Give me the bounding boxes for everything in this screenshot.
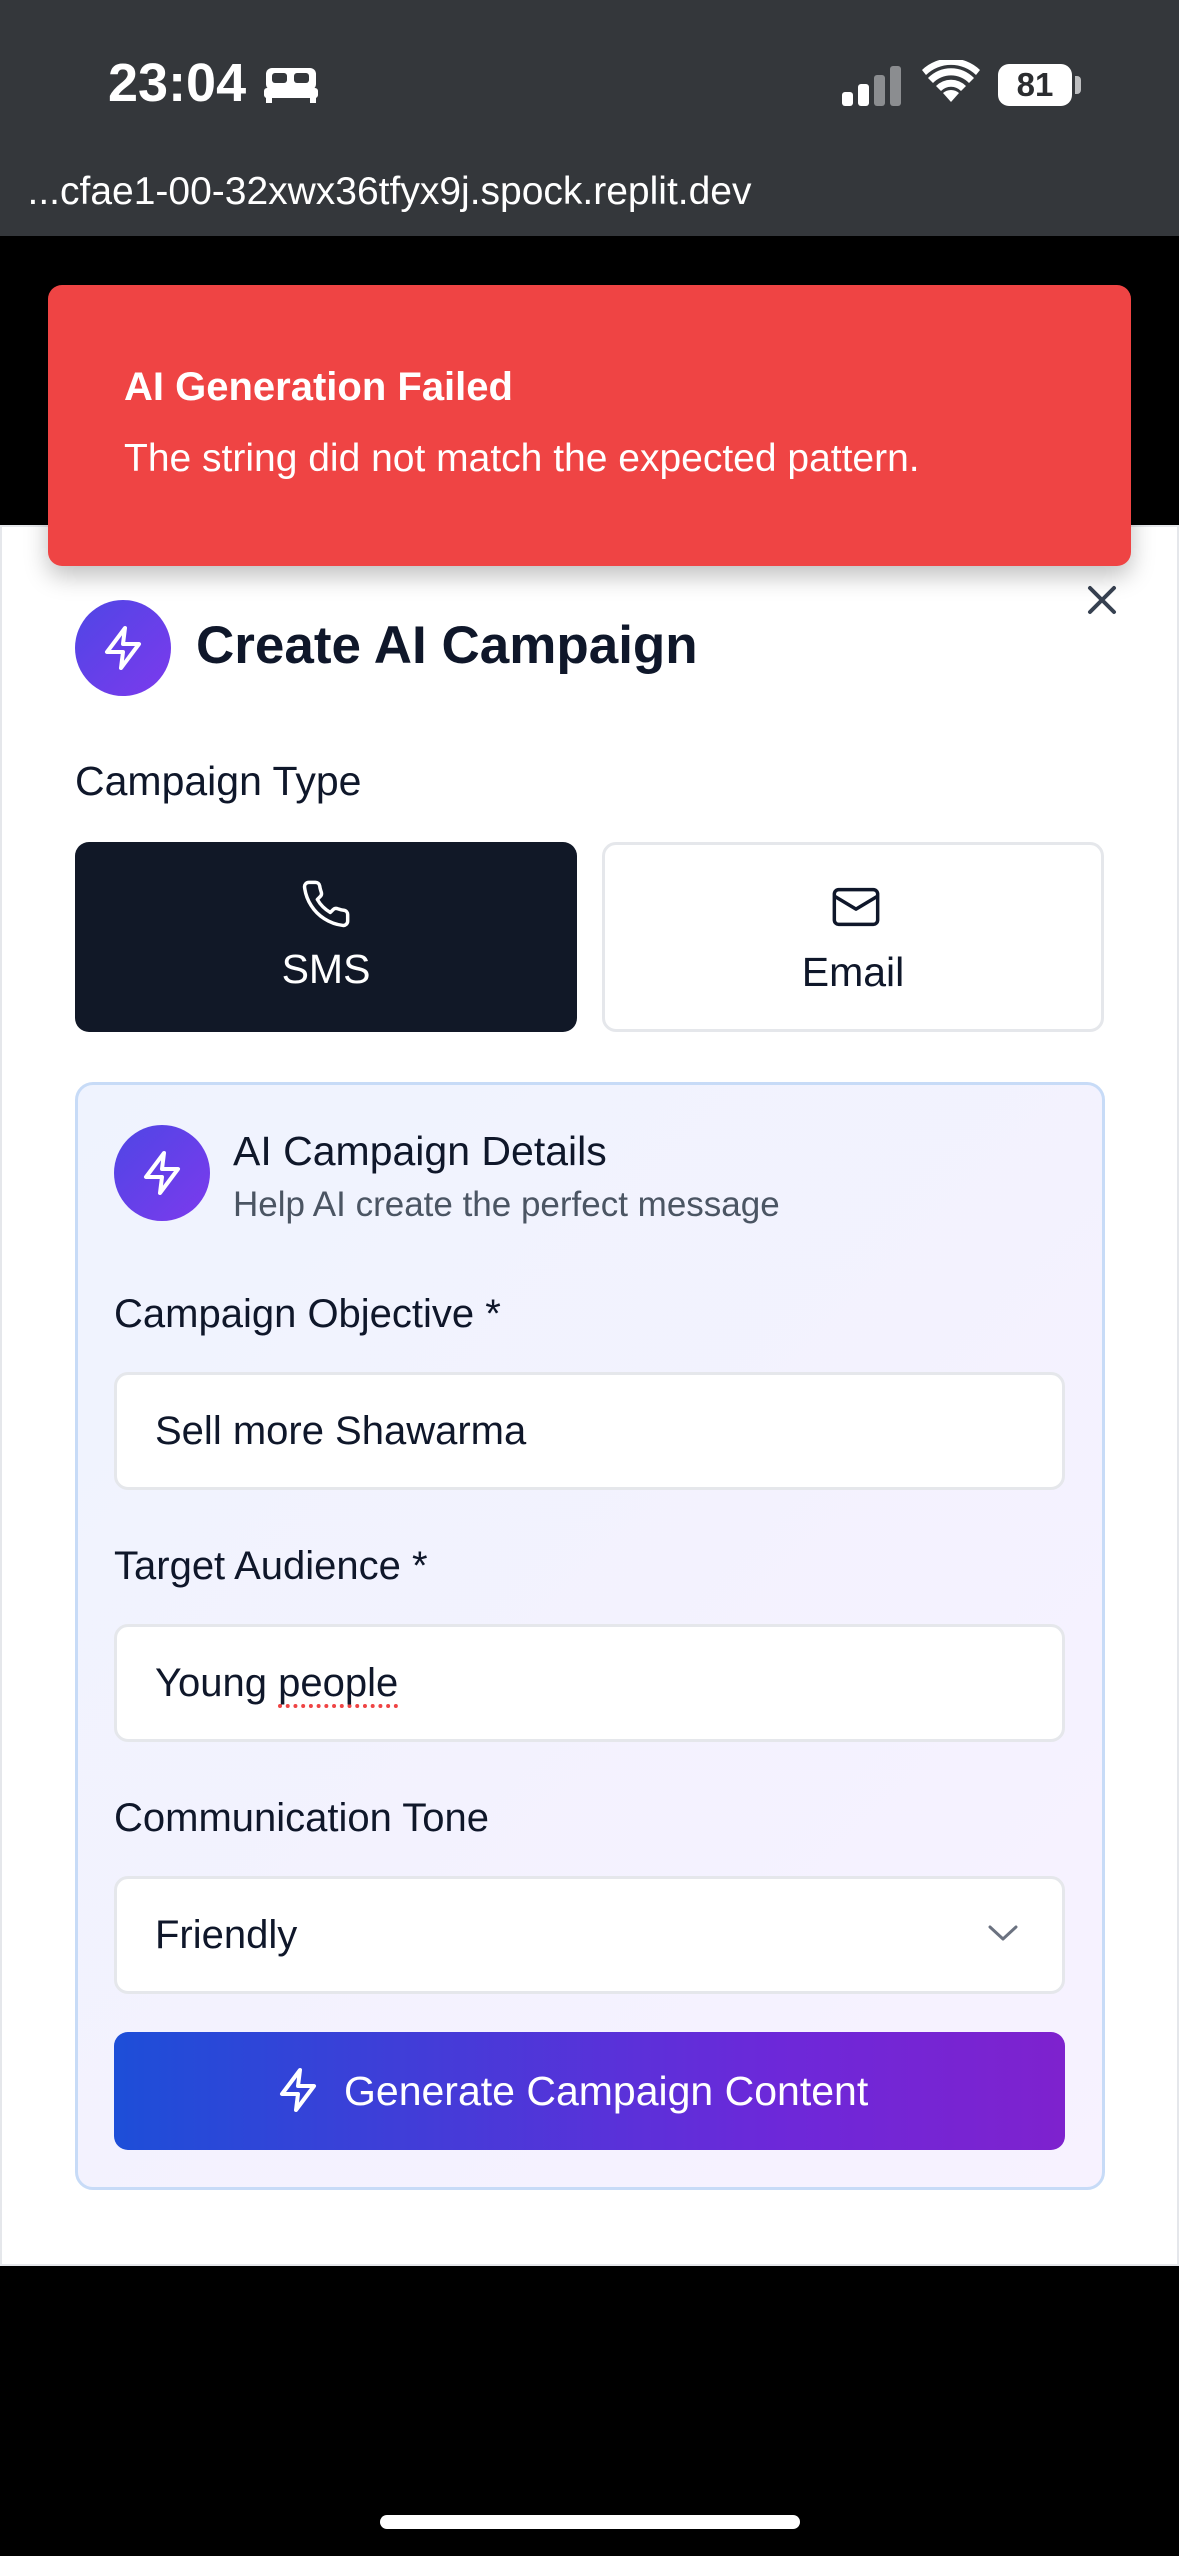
audience-label: Target Audience * (114, 1544, 428, 1588)
details-lightning-badge (114, 1125, 210, 1221)
email-label: Email (801, 949, 905, 995)
status-time: 23:04 (108, 53, 247, 113)
objective-input[interactable]: Sell more Shawarma (114, 1372, 1065, 1490)
tone-label: Communication Tone (114, 1796, 490, 1840)
sleep-focus-icon (264, 68, 318, 103)
lightning-icon (144, 1151, 180, 1195)
generate-button-label: Generate Campaign Content (344, 2068, 869, 2114)
campaign-type-email-button[interactable]: Email (602, 842, 1104, 1032)
campaign-type-sms-button[interactable]: SMS (75, 842, 577, 1032)
campaign-type-label: Campaign Type (75, 758, 362, 804)
mail-icon (832, 887, 880, 927)
dialog-title: Create AI Campaign (196, 616, 698, 675)
battery-tip (1075, 76, 1081, 94)
audience-word-1: Young (155, 1661, 267, 1705)
objective-value: Sell more Shawarma (155, 1409, 527, 1453)
lightning-icon (280, 2068, 316, 2112)
tone-value: Friendly (155, 1913, 298, 1957)
signal-icon (842, 66, 901, 106)
sms-label: SMS (281, 946, 371, 992)
phone-icon (302, 880, 350, 928)
audience-word-2-misspelled: people (278, 1661, 399, 1705)
lightning-icon (105, 626, 141, 670)
battery-indicator: 81 (998, 64, 1072, 106)
toast-title: AI Generation Failed (124, 365, 513, 409)
objective-label: Campaign Objective * (114, 1292, 501, 1336)
home-indicator[interactable] (380, 2515, 800, 2529)
close-icon[interactable] (1084, 582, 1120, 618)
details-subtitle: Help AI create the perfect message (233, 1185, 780, 1224)
chevron-down-icon (988, 1925, 1018, 1941)
audience-input[interactable]: Young people (114, 1624, 1065, 1742)
audience-value: Young people (155, 1661, 398, 1706)
generate-campaign-button[interactable]: Generate Campaign Content (114, 2032, 1065, 2150)
error-toast[interactable]: AI Generation Failed The string did not … (48, 285, 1131, 566)
url-text: ...cfae1-00-32xwx36tfyx9j.spock.replit.d… (27, 170, 752, 213)
ai-lightning-badge (75, 600, 171, 696)
wifi-icon (922, 60, 980, 102)
details-title: AI Campaign Details (233, 1128, 607, 1174)
toast-description: The string did not match the expected pa… (124, 437, 920, 480)
browser-url-bar[interactable]: ...cfae1-00-32xwx36tfyx9j.spock.replit.d… (0, 170, 1179, 236)
status-bar: 23:04 81 (0, 0, 1179, 170)
tone-select[interactable]: Friendly (114, 1876, 1065, 1994)
